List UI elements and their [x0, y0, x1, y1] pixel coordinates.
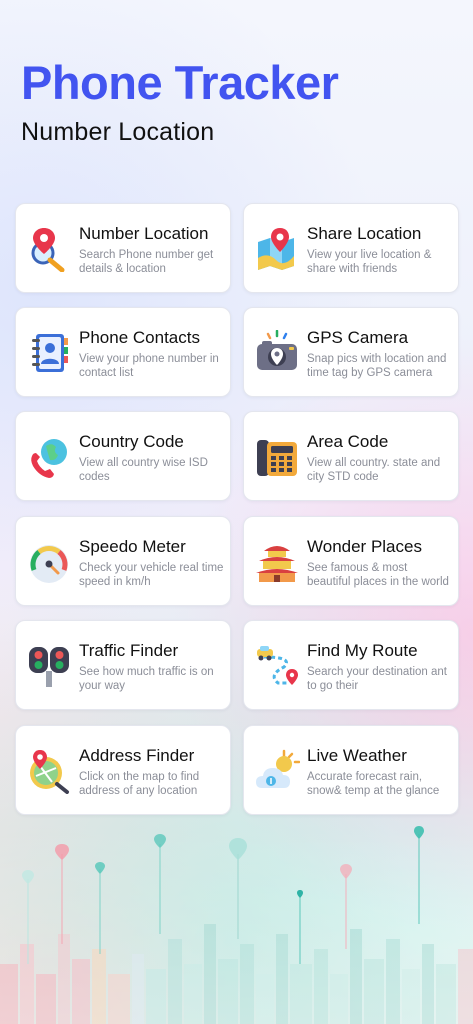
speedometer-icon [30, 545, 68, 583]
feature-card-gps-camera[interactable]: GPS Camera Snap pics with location and t… [243, 307, 459, 397]
contact-book-icon [32, 334, 68, 372]
feature-card-area-code[interactable]: Area Code View all country. state and ci… [243, 411, 459, 501]
desk-phone-icon [257, 440, 297, 476]
feature-card-live-weather[interactable]: Live Weather Accurate forecast rain, sno… [243, 725, 459, 815]
feature-description: See how much traffic is on your way [79, 666, 214, 692]
traffic-light-icon [29, 647, 69, 687]
feature-title: Country Code [79, 432, 184, 451]
app-subtitle: Number Location [21, 118, 215, 146]
app-title: Phone Tracker [21, 56, 339, 109]
pagoda-icon [256, 546, 298, 582]
feature-description: View all country. state and city STD cod… [307, 457, 441, 483]
feature-title: Number Location [79, 224, 209, 243]
feature-title: Phone Contacts [79, 328, 200, 347]
feature-title: Find My Route [307, 641, 418, 660]
background-glow [0, 0, 473, 1024]
feature-description: Accurate forecast rain, snow& temp at th… [307, 771, 440, 797]
feature-description: Search your destination ant to go their [307, 666, 448, 692]
feature-card-wonder-places[interactable]: Wonder Places See famous & most beautifu… [243, 516, 459, 606]
camera-pin-icon [257, 330, 297, 370]
feature-title: Traffic Finder [79, 641, 179, 660]
feature-title: Wonder Places [307, 537, 422, 556]
feature-description: Click on the map to find address of any … [79, 771, 200, 797]
feature-card-traffic-finder[interactable]: Traffic Finder See how much traffic is o… [15, 620, 231, 710]
feature-card-speedo-meter[interactable]: Speedo Meter Check your vehicle real tim… [15, 516, 231, 606]
feature-card-share-location[interactable]: Share Location View your live location &… [243, 203, 459, 293]
city-skyline-illustration [0, 824, 473, 1024]
feature-description: View your live location & share with fri… [307, 249, 432, 275]
feature-title: Address Finder [79, 746, 195, 765]
feature-title: Speedo Meter [79, 537, 186, 556]
feature-card-country-code[interactable]: Country Code View all country wise ISD c… [15, 411, 231, 501]
feature-description: Search Phone number get details & locati… [79, 249, 214, 275]
feature-title: Area Code [307, 432, 389, 451]
feature-card-find-my-route[interactable]: Find My Route Search your destination an… [243, 620, 459, 710]
map-pin-icon [258, 228, 294, 270]
feature-card-phone-contacts[interactable]: Phone Contacts View your phone number in… [15, 307, 231, 397]
feature-description: See famous & most beautiful places in th… [307, 562, 449, 588]
feature-description: View all country wise ISD codes [79, 457, 208, 483]
route-icon [257, 646, 298, 685]
feature-description: Snap pics with location and time tag by … [307, 353, 447, 379]
feature-description: Check your vehicle real time speed in km… [79, 562, 224, 588]
search-location-icon [31, 228, 65, 272]
weather-icon [256, 749, 300, 788]
feature-title: Live Weather [307, 746, 407, 765]
feature-title: Share Location [307, 224, 422, 243]
feature-card-address-finder[interactable]: Address Finder Click on the map to find … [15, 725, 231, 815]
map-search-icon [30, 750, 69, 794]
feature-description: View your phone number in contact list [79, 353, 219, 379]
globe-phone-icon [31, 439, 67, 478]
feature-card-number-location[interactable]: Number Location Search Phone number get … [15, 203, 231, 293]
feature-title: GPS Camera [307, 328, 409, 347]
